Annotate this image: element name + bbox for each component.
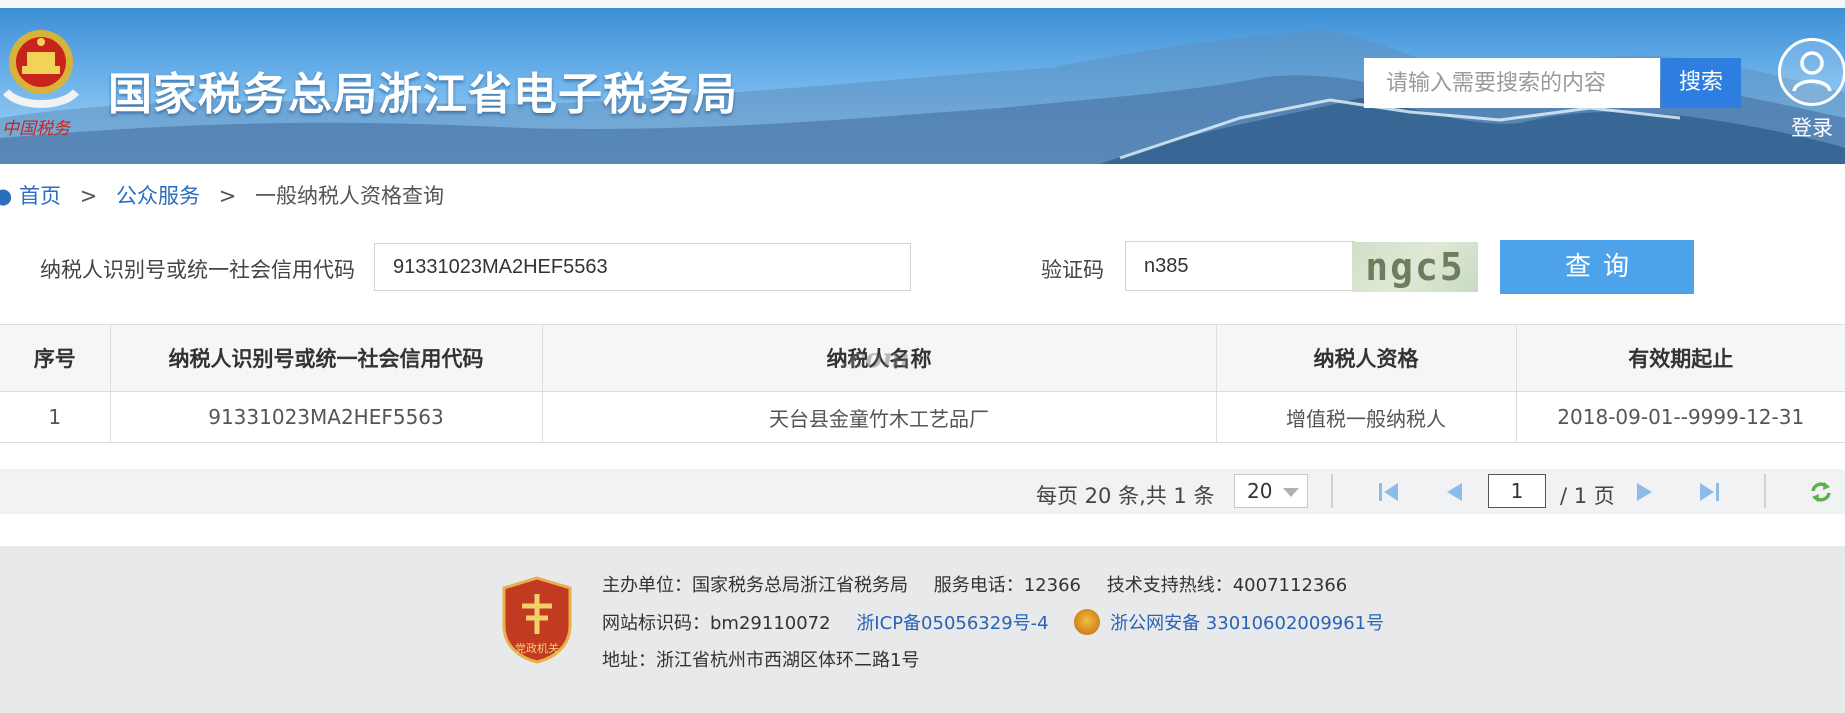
column-header-qualification: 纳税人资格	[1215, 324, 1517, 392]
taxid-label: 纳税人识别号或统一社会信用代码	[40, 258, 355, 282]
cell-taxid: 91331023MA2HEF5563	[109, 391, 543, 443]
cell-qualification: 增值税一般纳税人	[1215, 391, 1517, 443]
cell-index: 1	[0, 391, 111, 443]
taxid-input[interactable]: 91331023MA2HEF5563	[374, 243, 911, 291]
user-icon	[1778, 38, 1845, 106]
column-header-validity: 有效期起止	[1515, 324, 1845, 392]
login-label: 登录	[1791, 116, 1833, 140]
breadcrumb-separator: >	[79, 184, 98, 208]
chevron-down-icon	[1283, 488, 1299, 497]
site-title: 国家税务总局浙江省电子税务局	[108, 69, 738, 120]
next-page-icon[interactable]	[1631, 479, 1657, 505]
site-footer: 党政机关 主办单位：国家税务总局浙江省税务局 服务电话：12366 技术支持热线…	[0, 546, 1845, 713]
current-page-input[interactable]: 1	[1488, 474, 1546, 508]
footer-police-record-link[interactable]: 浙公网安备 33010602009961号	[1110, 613, 1384, 634]
svg-text:中国税务: 中国税务	[2, 119, 72, 139]
footer-icp-link[interactable]: 浙ICP备05056329号-4	[856, 613, 1048, 634]
pager-divider	[1331, 474, 1333, 508]
police-badge-icon	[1074, 609, 1101, 635]
header-banner: 中国税务 国家税务总局浙江省电子税务局 搜索 登录	[0, 8, 1845, 164]
column-header-taxid: 纳税人识别号或统一社会信用代码	[109, 324, 543, 392]
first-page-icon[interactable]	[1376, 479, 1402, 505]
breadcrumb-home[interactable]: 首页	[19, 184, 61, 208]
refresh-icon[interactable]	[1808, 479, 1834, 505]
query-button[interactable]: 查询	[1500, 240, 1694, 294]
column-header-index: 序号	[0, 324, 111, 392]
captcha-input[interactable]: n385	[1125, 241, 1355, 291]
table-header-row: 序号 纳税人识别号或统一社会信用代码 纳税人名称 纳税人资格 有效期起止	[0, 324, 1845, 392]
login-button[interactable]: 登录	[1776, 38, 1845, 142]
tax-emblem-logo: 中国税务	[2, 30, 80, 139]
pager-divider	[1764, 474, 1766, 508]
government-badge-icon[interactable]: 党政机关	[500, 576, 574, 664]
cell-validity: 2018-09-01--9999-12-31	[1515, 391, 1845, 443]
watermark: .com	[840, 344, 910, 374]
footer-service-phone: 服务电话：12366	[933, 575, 1081, 596]
footer-address: 地址：浙江省杭州市西湖区体环二路1号	[602, 650, 920, 671]
breadcrumb-current: 一般纳税人资格查询	[254, 184, 444, 208]
captcha-image[interactable]: ngc5	[1352, 242, 1478, 292]
top-strip	[0, 0, 1845, 8]
table-row: 1 91331023MA2HEF5563 天台县金童竹木工艺品厂 增值税一般纳税…	[0, 391, 1845, 443]
footer-support-hotline: 技术支持热线：4007112366	[1106, 575, 1348, 596]
previous-page-icon[interactable]	[1442, 479, 1468, 505]
breadcrumb-separator: >	[218, 184, 237, 208]
search-button[interactable]: 搜索	[1661, 58, 1741, 108]
cell-name: 天台县金童竹木工艺品厂	[541, 391, 1217, 443]
footer-site-id: 网站标识码：bm29110072	[602, 613, 831, 634]
total-pages: / 1 页	[1560, 484, 1615, 508]
breadcrumb-public-service[interactable]: 公众服务	[116, 184, 200, 208]
footer-line-2: 网站标识码：bm29110072 浙ICP备05056329号-4 浙公网安备 …	[602, 609, 1384, 637]
breadcrumb: ● 首页 > 公众服务 > 一般纳税人资格查询	[0, 180, 444, 210]
page-size-select[interactable]: 20	[1234, 474, 1308, 508]
last-page-icon[interactable]	[1696, 479, 1722, 505]
footer-line-1: 主办单位：国家税务总局浙江省税务局 服务电话：12366 技术支持热线：4007…	[602, 571, 1347, 597]
page-size-value: 20	[1247, 479, 1273, 503]
captcha-label: 验证码	[1041, 258, 1104, 282]
page-summary: 每页 20 条,共 1 条	[1036, 484, 1215, 508]
pagination-bar: 每页 20 条,共 1 条 20 1 / 1 页	[0, 469, 1845, 514]
home-icon[interactable]: ●	[0, 184, 12, 208]
svg-text:党政机关: 党政机关	[515, 641, 559, 655]
site-search-input[interactable]	[1364, 58, 1660, 108]
footer-sponsor: 主办单位：国家税务总局浙江省税务局	[602, 575, 908, 596]
results-table: 序号 纳税人识别号或统一社会信用代码 纳税人名称 纳税人资格 有效期起止 1 9…	[0, 324, 1845, 443]
